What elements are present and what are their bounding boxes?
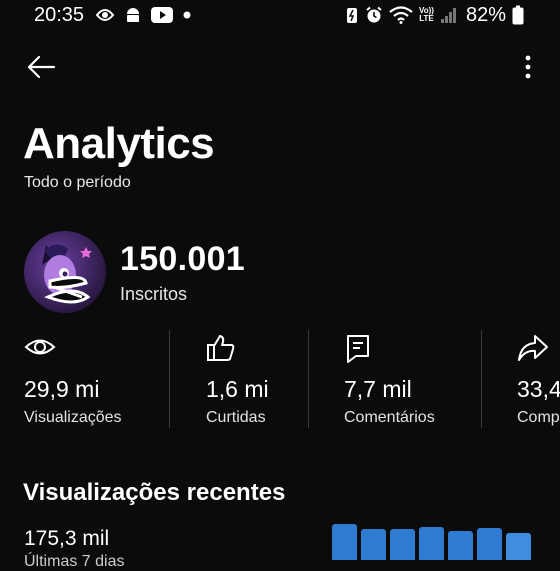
comments-label: Comentários xyxy=(344,409,435,426)
stat-divider xyxy=(169,330,170,428)
stat-comments[interactable]: 7,7 mil Comentários xyxy=(344,330,478,428)
recent-views-period: Últimas 7 dias xyxy=(24,553,125,570)
chart-bar xyxy=(361,529,386,560)
views-value: 29,9 mi xyxy=(24,376,100,402)
swirl-app-icon xyxy=(95,9,115,21)
notification-dot-icon xyxy=(183,11,191,19)
stat-views[interactable]: 29,9 mi Visualizações xyxy=(24,330,164,428)
subscriber-count: 150.001 xyxy=(120,240,246,278)
chart-bar xyxy=(332,524,357,560)
stat-likes[interactable]: 1,6 mi Curtidas xyxy=(206,330,306,428)
chart-bar xyxy=(390,529,415,560)
avatar-image xyxy=(42,244,92,304)
android-icon xyxy=(127,8,139,22)
thumbs-up-icon xyxy=(207,335,235,361)
youtube-icon xyxy=(151,7,173,23)
shares-label: Comp xyxy=(517,409,560,426)
share-icon xyxy=(518,335,548,361)
status-right: Vo)) LTE 82% xyxy=(345,4,524,26)
stat-divider xyxy=(481,330,482,428)
volte-indicator: Vo)) LTE xyxy=(419,6,434,23)
chart-bar xyxy=(477,528,502,560)
chart-bar xyxy=(506,533,531,560)
wifi-icon xyxy=(389,6,413,24)
more-options-icon[interactable] xyxy=(518,54,538,80)
chart-bar xyxy=(419,527,444,560)
stat-divider xyxy=(308,330,309,428)
channel-avatar xyxy=(24,231,106,313)
likes-value: 1,6 mi xyxy=(206,376,269,402)
status-time: 20:35 xyxy=(34,4,85,26)
recent-views-title: Visualizações recentes xyxy=(23,479,286,506)
subscriber-label: Inscritos xyxy=(120,284,188,304)
recent-views-chart[interactable] xyxy=(330,522,540,560)
back-arrow-icon[interactable] xyxy=(26,54,56,80)
page-title: Analytics xyxy=(23,119,215,168)
battery-icon xyxy=(512,5,524,25)
recent-views-value: 175,3 mil xyxy=(24,527,110,550)
likes-label: Curtidas xyxy=(206,409,266,426)
comment-icon xyxy=(347,335,369,363)
alarm-icon xyxy=(366,6,382,23)
chart-bar xyxy=(448,531,473,560)
period-label[interactable]: Todo o período xyxy=(24,174,131,192)
views-label: Visualizações xyxy=(24,409,122,426)
status-left-icons xyxy=(94,5,192,25)
battery-saver-icon xyxy=(347,8,357,23)
stat-shares[interactable]: 33,4 Comp xyxy=(517,330,560,428)
shares-value: 33,4 xyxy=(517,376,560,402)
signal-icon xyxy=(440,8,456,23)
eye-icon xyxy=(24,339,56,355)
comments-value: 7,7 mil xyxy=(344,376,412,402)
battery-percent: 82% xyxy=(465,4,506,26)
